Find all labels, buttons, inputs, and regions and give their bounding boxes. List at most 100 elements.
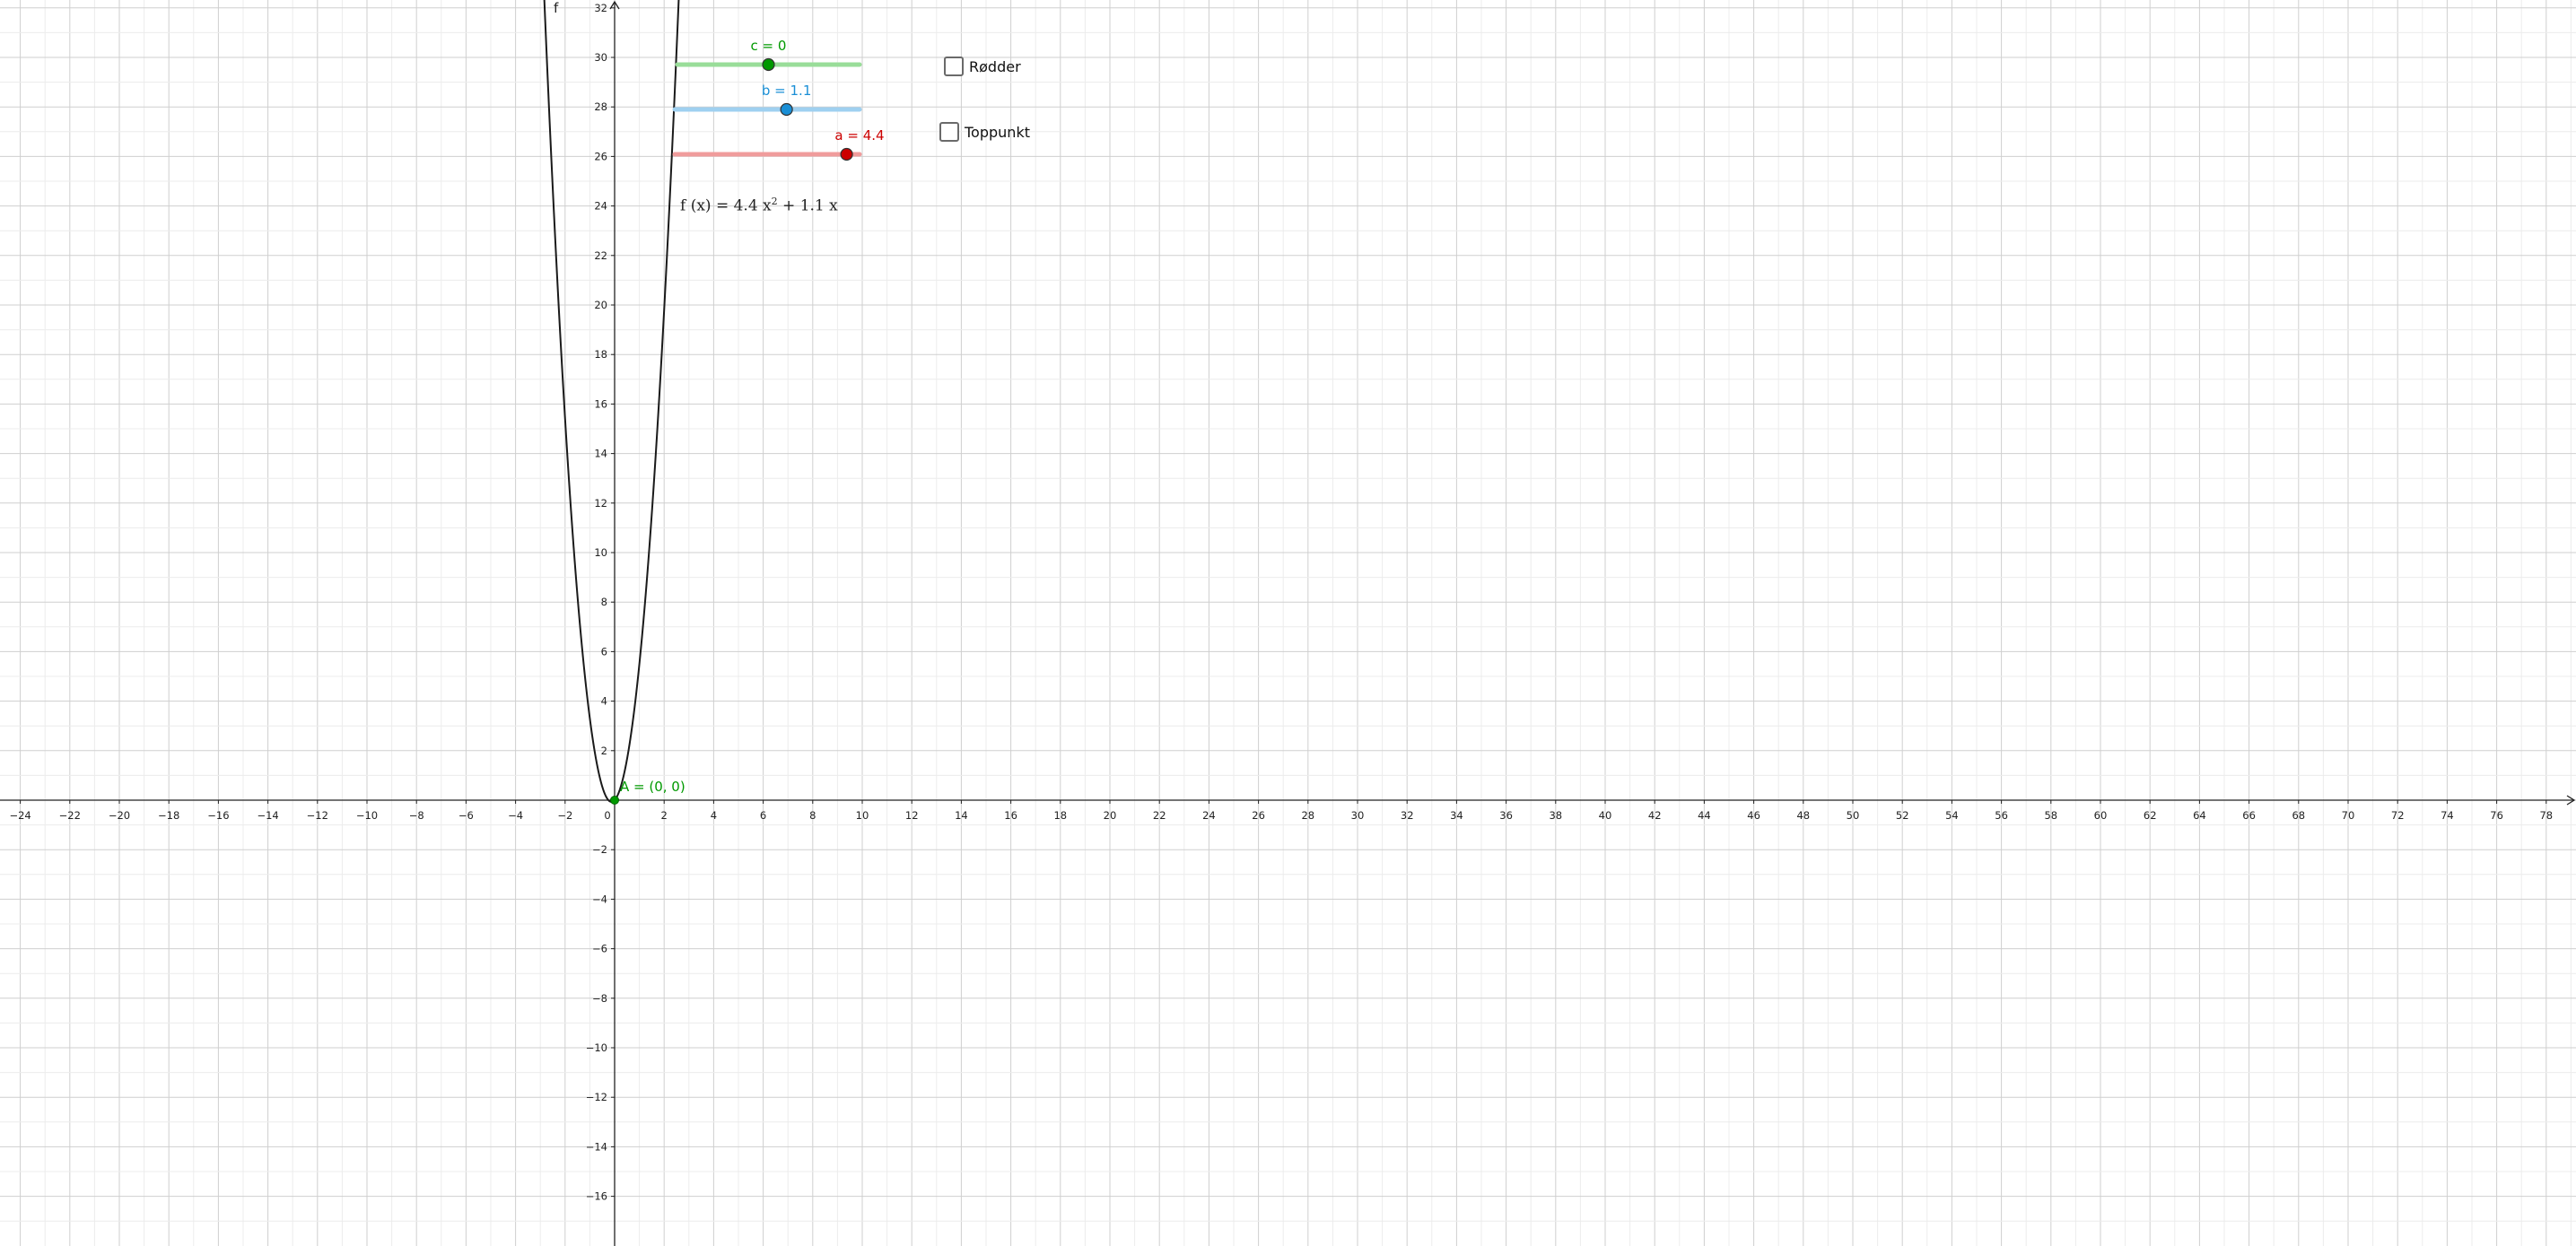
slider-a-label: a = 4.4 (834, 127, 884, 144)
x-tick-label: 26 (1252, 809, 1265, 822)
x-tick-label: 74 (2441, 809, 2454, 822)
x-tick-label: 8 (809, 809, 816, 822)
x-tick-label: 36 (1499, 809, 1513, 822)
slider-b-label: b = 1.1 (762, 83, 811, 99)
formula-lhs: f (x) = 4.4 x (680, 196, 772, 215)
x-tick-label: 6 (760, 809, 766, 822)
x-tick-label: 30 (1351, 809, 1365, 822)
x-tick-label: 50 (1847, 809, 1860, 822)
y-tick-label: 4 (601, 695, 607, 708)
graphics-view[interactable]: −24 −22 −20 −18 −16 −14 −12 −10 −8 −6 −4 −2 0 2 4 6 8 10 1… (0, 0, 2576, 1246)
x-tick-label: 20 (1104, 809, 1117, 822)
slider-c[interactable]: c = 0 (675, 38, 862, 72)
y-tick-label: 18 (594, 348, 607, 361)
x-tick-label: 48 (1796, 809, 1810, 822)
x-tick-label: 58 (2044, 809, 2057, 822)
y-tick-label: 12 (594, 497, 607, 510)
x-tick-label: −18 (158, 809, 179, 822)
x-tick-label: −14 (257, 809, 278, 822)
x-tick-label: 18 (1053, 809, 1067, 822)
slider-b-handle[interactable] (780, 102, 793, 117)
axes (0, 0, 2576, 1246)
y-tick-label: 10 (594, 546, 607, 559)
x-tick-label: −10 (356, 809, 378, 822)
x-tick-label: 22 (1153, 809, 1166, 822)
y-tick-label: 16 (594, 397, 607, 410)
x-tick-label: 44 (1698, 809, 1711, 822)
y-tick-label: 28 (594, 100, 607, 113)
x-tick-label: 46 (1747, 809, 1760, 822)
y-tick-label: 32 (594, 2, 607, 14)
x-tick-label: 62 (2144, 809, 2157, 822)
slider-c-handle[interactable] (762, 57, 775, 72)
x-tick-label: 14 (955, 809, 968, 822)
y-tick-label: 8 (601, 596, 607, 608)
point-a-label: A = (0, 0) (620, 779, 685, 795)
x-tick-label: 72 (2391, 809, 2405, 822)
x-tick-label: −2 (557, 809, 572, 822)
slider-a[interactable]: a = 4.4 (672, 127, 885, 161)
x-tick-label: −22 (59, 809, 81, 822)
x-tick-label: 60 (2094, 809, 2108, 822)
x-tick-label: −4 (508, 809, 523, 822)
sliders: c = 0 b = 1.1 a = 4.4 (672, 38, 885, 161)
function-name-label: f (554, 0, 559, 16)
x-tick-label: 78 (2539, 809, 2553, 822)
y-tick-label: −12 (586, 1091, 607, 1103)
grid-lines (0, 0, 2576, 1246)
checkbox-vertex[interactable]: Toppunkt (939, 122, 1030, 142)
y-tick-label: −4 (592, 893, 607, 905)
slider-a-handle[interactable] (840, 147, 853, 161)
x-tick-label: 28 (1301, 809, 1314, 822)
y-tick-label: 2 (601, 745, 607, 757)
x-tick-label: −6 (458, 809, 474, 822)
x-tick-label: −8 (409, 809, 424, 822)
y-tick-label: 6 (601, 645, 607, 658)
y-tick-label: −14 (586, 1140, 607, 1153)
y-tick-label: −16 (586, 1190, 607, 1203)
function-f-graph[interactable] (543, 0, 680, 803)
x-tick-label: 38 (1549, 809, 1562, 822)
x-tick-label: 4 (711, 809, 717, 822)
x-tick-label: 54 (1945, 809, 1959, 822)
x-tick-label: 70 (2342, 809, 2355, 822)
x-tick-label: 10 (856, 809, 869, 822)
x-tick-label: 40 (1599, 809, 1612, 822)
y-tick-label: 22 (594, 249, 607, 262)
checkbox-roots[interactable]: Rødder (944, 57, 1021, 76)
x-tick-label: 56 (1995, 809, 2008, 822)
x-tick-label: −16 (207, 809, 229, 822)
x-tick-label: 16 (1004, 809, 1017, 822)
x-axis-tick-labels: −24 −22 −20 −18 −16 −14 −12 −10 −8 −6 −4 −2 0 2 4 6 8 10 1… (9, 809, 2553, 822)
x-tick-label: 66 (2242, 809, 2256, 822)
x-tick-label: 64 (2193, 809, 2206, 822)
x-tick-label: 68 (2292, 809, 2305, 822)
x-tick-label: −12 (307, 809, 328, 822)
x-tick-label: 34 (1450, 809, 1463, 822)
x-tick-label: 42 (1648, 809, 1662, 822)
checkbox-vertex-box[interactable] (939, 122, 959, 142)
x-tick-label: 24 (1202, 809, 1216, 822)
x-tick-label: 12 (905, 809, 919, 822)
y-tick-label: 30 (594, 51, 607, 64)
y-tick-label: −10 (586, 1041, 607, 1054)
x-tick-label: −24 (9, 809, 31, 822)
x-tick-label: 2 (661, 809, 668, 822)
y-tick-label: 20 (594, 299, 607, 311)
y-tick-label: −2 (592, 843, 607, 856)
y-tick-label: 24 (594, 200, 607, 213)
x-tick-label: 0 (604, 809, 610, 822)
function-formula: f (x) = 4.4 x2 + 1.1 x (680, 196, 838, 215)
y-tick-label: 14 (594, 448, 607, 460)
slider-c-label: c = 0 (751, 38, 787, 54)
x-tick-label: −20 (109, 809, 130, 822)
x-tick-label: 76 (2490, 809, 2503, 822)
x-tick-label: 52 (1896, 809, 1909, 822)
formula-rhs: + 1.1 x (777, 196, 838, 215)
slider-b[interactable]: b = 1.1 (672, 83, 862, 117)
checkbox-vertex-label: Toppunkt (965, 123, 1030, 141)
x-tick-label: 32 (1401, 809, 1414, 822)
formula-exponent: 2 (771, 196, 778, 207)
checkbox-roots-box[interactable] (944, 57, 964, 76)
checkbox-roots-label: Rødder (969, 57, 1021, 75)
